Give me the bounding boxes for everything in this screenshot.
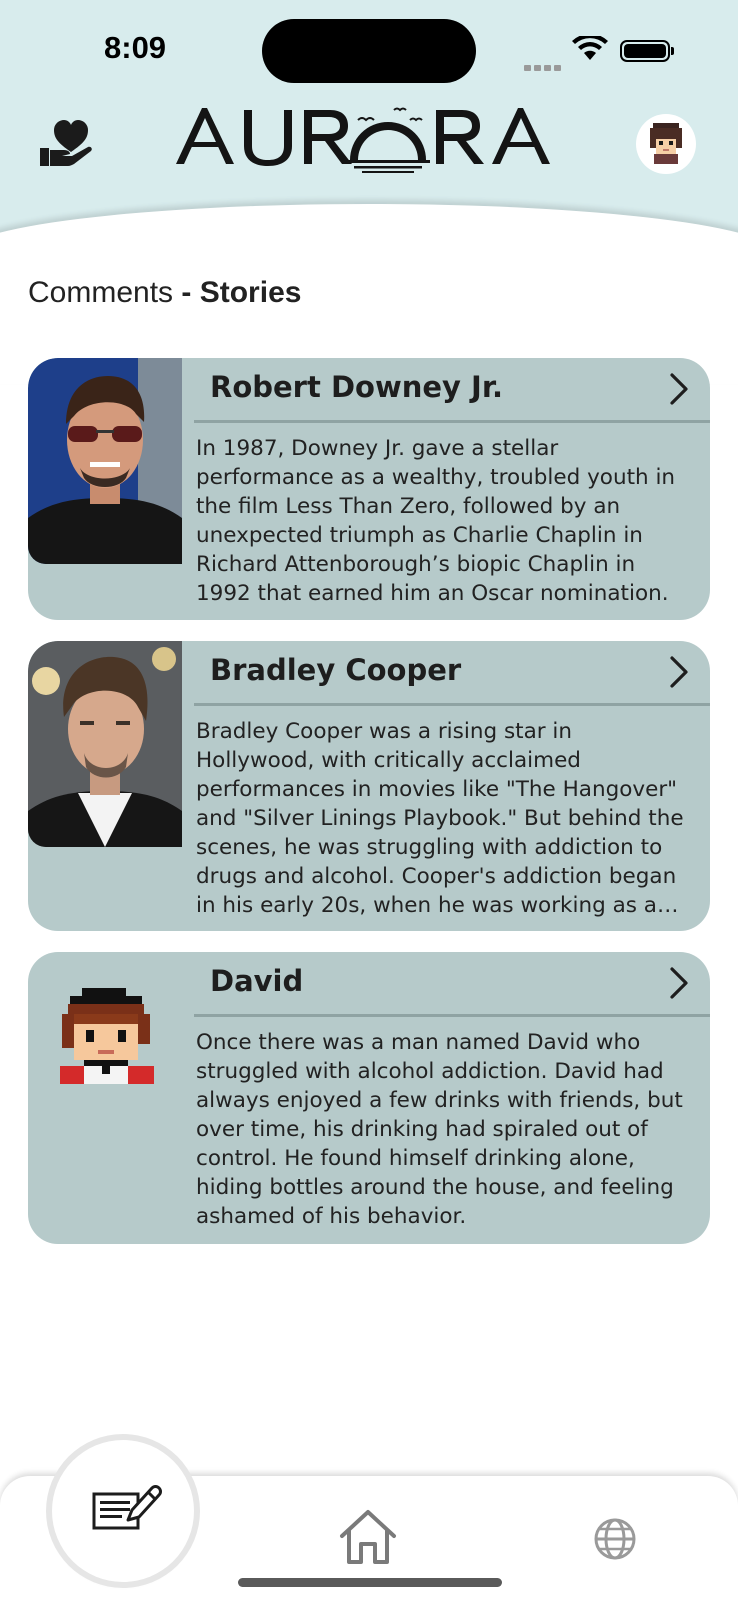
home-indicator[interactable] xyxy=(238,1578,502,1587)
logo-graphic xyxy=(176,107,550,173)
compose-story-button[interactable] xyxy=(52,1440,194,1582)
story-card[interactable]: Robert Downey Jr. In 1987, Downey Jr. ga… xyxy=(28,358,710,620)
globe-icon xyxy=(594,1518,636,1560)
heart-hand-icon xyxy=(40,120,92,166)
story-avatar xyxy=(28,952,182,1158)
story-author-name: Bradley Cooper xyxy=(210,653,462,687)
title-comments[interactable]: Comments xyxy=(28,276,173,309)
title-separator: - xyxy=(181,276,192,309)
profile-avatar-button[interactable] xyxy=(636,114,696,174)
wifi-icon xyxy=(572,36,608,60)
card-divider xyxy=(194,703,710,706)
aurora-logo xyxy=(174,98,554,184)
cellular-signal-icon xyxy=(524,56,564,75)
status-time: 8:09 xyxy=(104,30,167,65)
compose-icon xyxy=(92,1485,162,1530)
donate-button[interactable] xyxy=(38,116,96,172)
story-author-name: David xyxy=(210,964,304,998)
story-photo xyxy=(28,641,182,847)
chevron-right-icon[interactable] xyxy=(668,966,690,1000)
story-excerpt: In 1987, Downey Jr. gave a stellar perfo… xyxy=(196,436,676,606)
card-divider xyxy=(194,420,710,423)
dynamic-island xyxy=(262,19,476,83)
battery-icon xyxy=(620,40,674,62)
story-excerpt: Bradley Cooper was a rising star in Holl… xyxy=(196,719,684,918)
card-divider xyxy=(194,1014,710,1017)
story-author-name: Robert Downey Jr. xyxy=(210,370,504,404)
story-card[interactable]: David Once there was a man named David w… xyxy=(28,952,710,1244)
title-stories[interactable]: Stories xyxy=(200,276,302,309)
story-excerpt: Once there was a man named David who str… xyxy=(196,1030,683,1229)
page-title: Comments - Stories xyxy=(28,276,301,310)
chevron-right-icon[interactable] xyxy=(668,655,690,689)
nav-community-button[interactable] xyxy=(592,1516,638,1562)
nav-home-button[interactable] xyxy=(338,1508,398,1566)
app-screen: 8:09 Comments - Stories Robert Downey Jr… xyxy=(0,0,738,1600)
chevron-right-icon[interactable] xyxy=(668,372,690,406)
pixel-avatar-icon xyxy=(650,123,682,164)
status-icons xyxy=(520,34,680,71)
story-card[interactable]: Bradley Cooper Bradley Cooper was a risi… xyxy=(28,641,710,931)
home-icon xyxy=(340,1510,396,1564)
story-photo xyxy=(28,358,182,564)
